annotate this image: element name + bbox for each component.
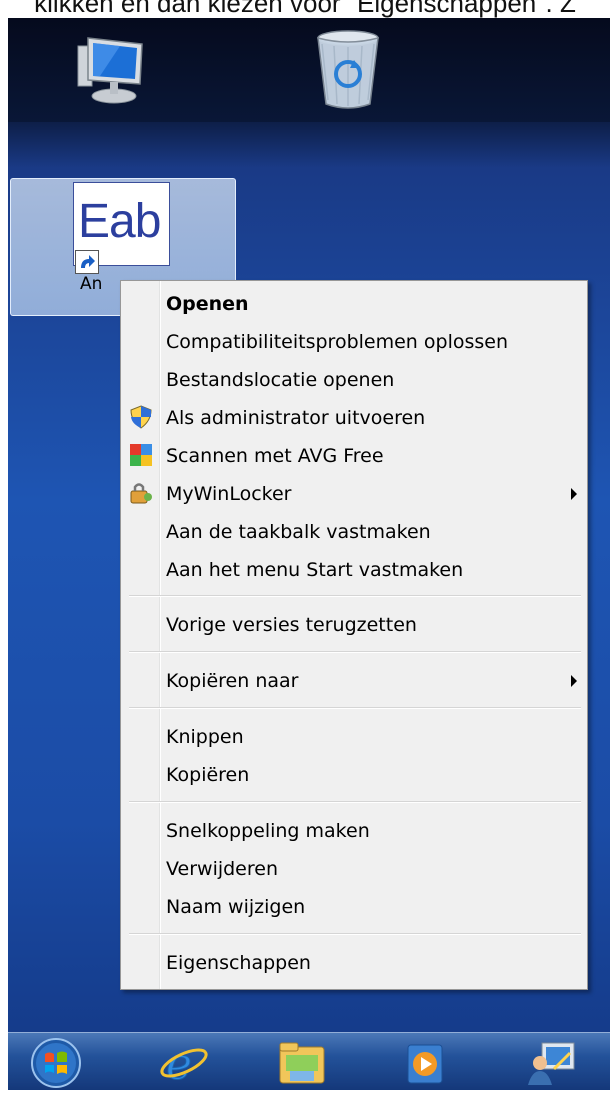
menu-item-kopieren-naar[interactable]: Kopiëren naar [166, 664, 298, 698]
media-player-icon[interactable] [398, 1037, 454, 1089]
menu-separator [129, 933, 581, 935]
menu-item-mywinlocker[interactable]: MyWinLocker [166, 477, 291, 511]
shortcut-label: An [80, 274, 103, 294]
menu-item-compatibiliteitsproblemen[interactable]: Compatibiliteitsproblemen oplossen [166, 325, 508, 359]
menu-item-snelkoppeling-maken[interactable]: Snelkoppeling maken [166, 814, 370, 848]
file-explorer-icon[interactable] [274, 1037, 330, 1089]
submenu-arrow-icon [571, 675, 577, 687]
menu-item-knippen[interactable]: Knippen [166, 720, 244, 754]
start-orb-icon[interactable] [28, 1037, 84, 1089]
menu-separator [129, 595, 581, 597]
avg-icon [129, 443, 153, 467]
recycle-bin-icon[interactable] [308, 24, 388, 114]
computer-icon[interactable] [70, 24, 150, 114]
menu-item-bestandslocatie-openen[interactable]: Bestandslocatie openen [166, 363, 394, 397]
desktop-top-strip [8, 18, 610, 122]
uac-shield-icon [129, 405, 153, 429]
menu-item-openen[interactable]: Openen [166, 287, 249, 321]
menu-separator [129, 801, 581, 803]
menu-separator [129, 707, 581, 709]
internet-explorer-icon[interactable]: e [156, 1037, 212, 1090]
taskbar: e [8, 1032, 610, 1090]
menu-separator [129, 651, 581, 653]
shortcut-app-icon-text: Eab [78, 195, 161, 248]
menu-item-startmenu-vastmaken[interactable]: Aan het menu Start vastmaken [166, 553, 463, 587]
menu-item-verwijderen[interactable]: Verwijderen [166, 852, 278, 886]
mywinlocker-icon [129, 481, 153, 505]
menu-item-als-administrator[interactable]: Als administrator uitvoeren [166, 401, 425, 435]
shortcut-arrow-icon [75, 250, 99, 274]
context-menu: Openen Compatibiliteitsproblemen oplosse… [120, 280, 588, 990]
menu-item-taakbalk-vastmaken[interactable]: Aan de taakbalk vastmaken [166, 515, 431, 549]
menu-item-kopieren[interactable]: Kopiëren [166, 758, 249, 792]
menu-item-scannen-avg[interactable]: Scannen met AVG Free [166, 439, 384, 473]
network-user-icon[interactable] [524, 1037, 580, 1089]
menu-item-eigenschappen[interactable]: Eigenschappen [166, 946, 311, 980]
instruction-caption: klikken en dan kiezen voor "Eigenschappe… [34, 0, 576, 18]
svg-text:e: e [166, 1039, 192, 1089]
submenu-arrow-icon [571, 488, 577, 500]
menu-item-naam-wijzigen[interactable]: Naam wijzigen [166, 890, 305, 924]
desktop: Eab An Openen Compatibiliteitsproblemen … [8, 18, 610, 1090]
menu-item-vorige-versies[interactable]: Vorige versies terugzetten [166, 608, 417, 642]
